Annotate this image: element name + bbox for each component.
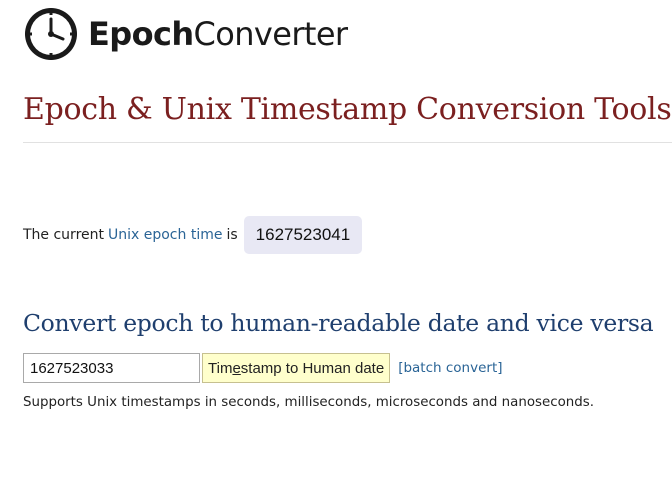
page-title: Epoch & Unix Timestamp Conversion Tools — [23, 92, 672, 127]
button-label-accesskey: e — [232, 359, 241, 377]
converter-heading: Convert epoch to human-readable date and… — [23, 309, 654, 337]
page: EpochConverter Epoch & Unix Timestamp Co… — [0, 0, 672, 480]
timestamp-to-human-date-button[interactable]: Timestamp to Human date — [202, 353, 391, 383]
converter-form: Timestamp to Human date [batch convert] — [23, 353, 503, 383]
button-label-post: stamp to Human date — [240, 359, 385, 377]
current-epoch-suffix: is — [226, 227, 238, 243]
current-epoch-line: The current Unix epoch time is 162752304… — [23, 216, 363, 254]
batch-convert-link[interactable]: [batch convert] — [398, 360, 502, 376]
site-logo[interactable]: EpochConverter — [23, 6, 348, 62]
unix-epoch-time-link[interactable]: Unix epoch time — [108, 227, 222, 243]
logo-text: EpochConverter — [88, 18, 348, 50]
title-divider — [23, 142, 672, 143]
logo-text-bold: Epoch — [88, 15, 194, 53]
timestamp-input[interactable] — [23, 353, 200, 383]
current-epoch-value: 1627523041 — [243, 216, 363, 254]
supports-note: Supports Unix timestamps in seconds, mil… — [23, 395, 595, 410]
current-epoch-prefix: The current — [23, 227, 104, 243]
logo-text-regular: Converter — [193, 15, 349, 53]
clock-icon — [25, 8, 77, 60]
button-label-pre: Tim — [208, 359, 233, 377]
